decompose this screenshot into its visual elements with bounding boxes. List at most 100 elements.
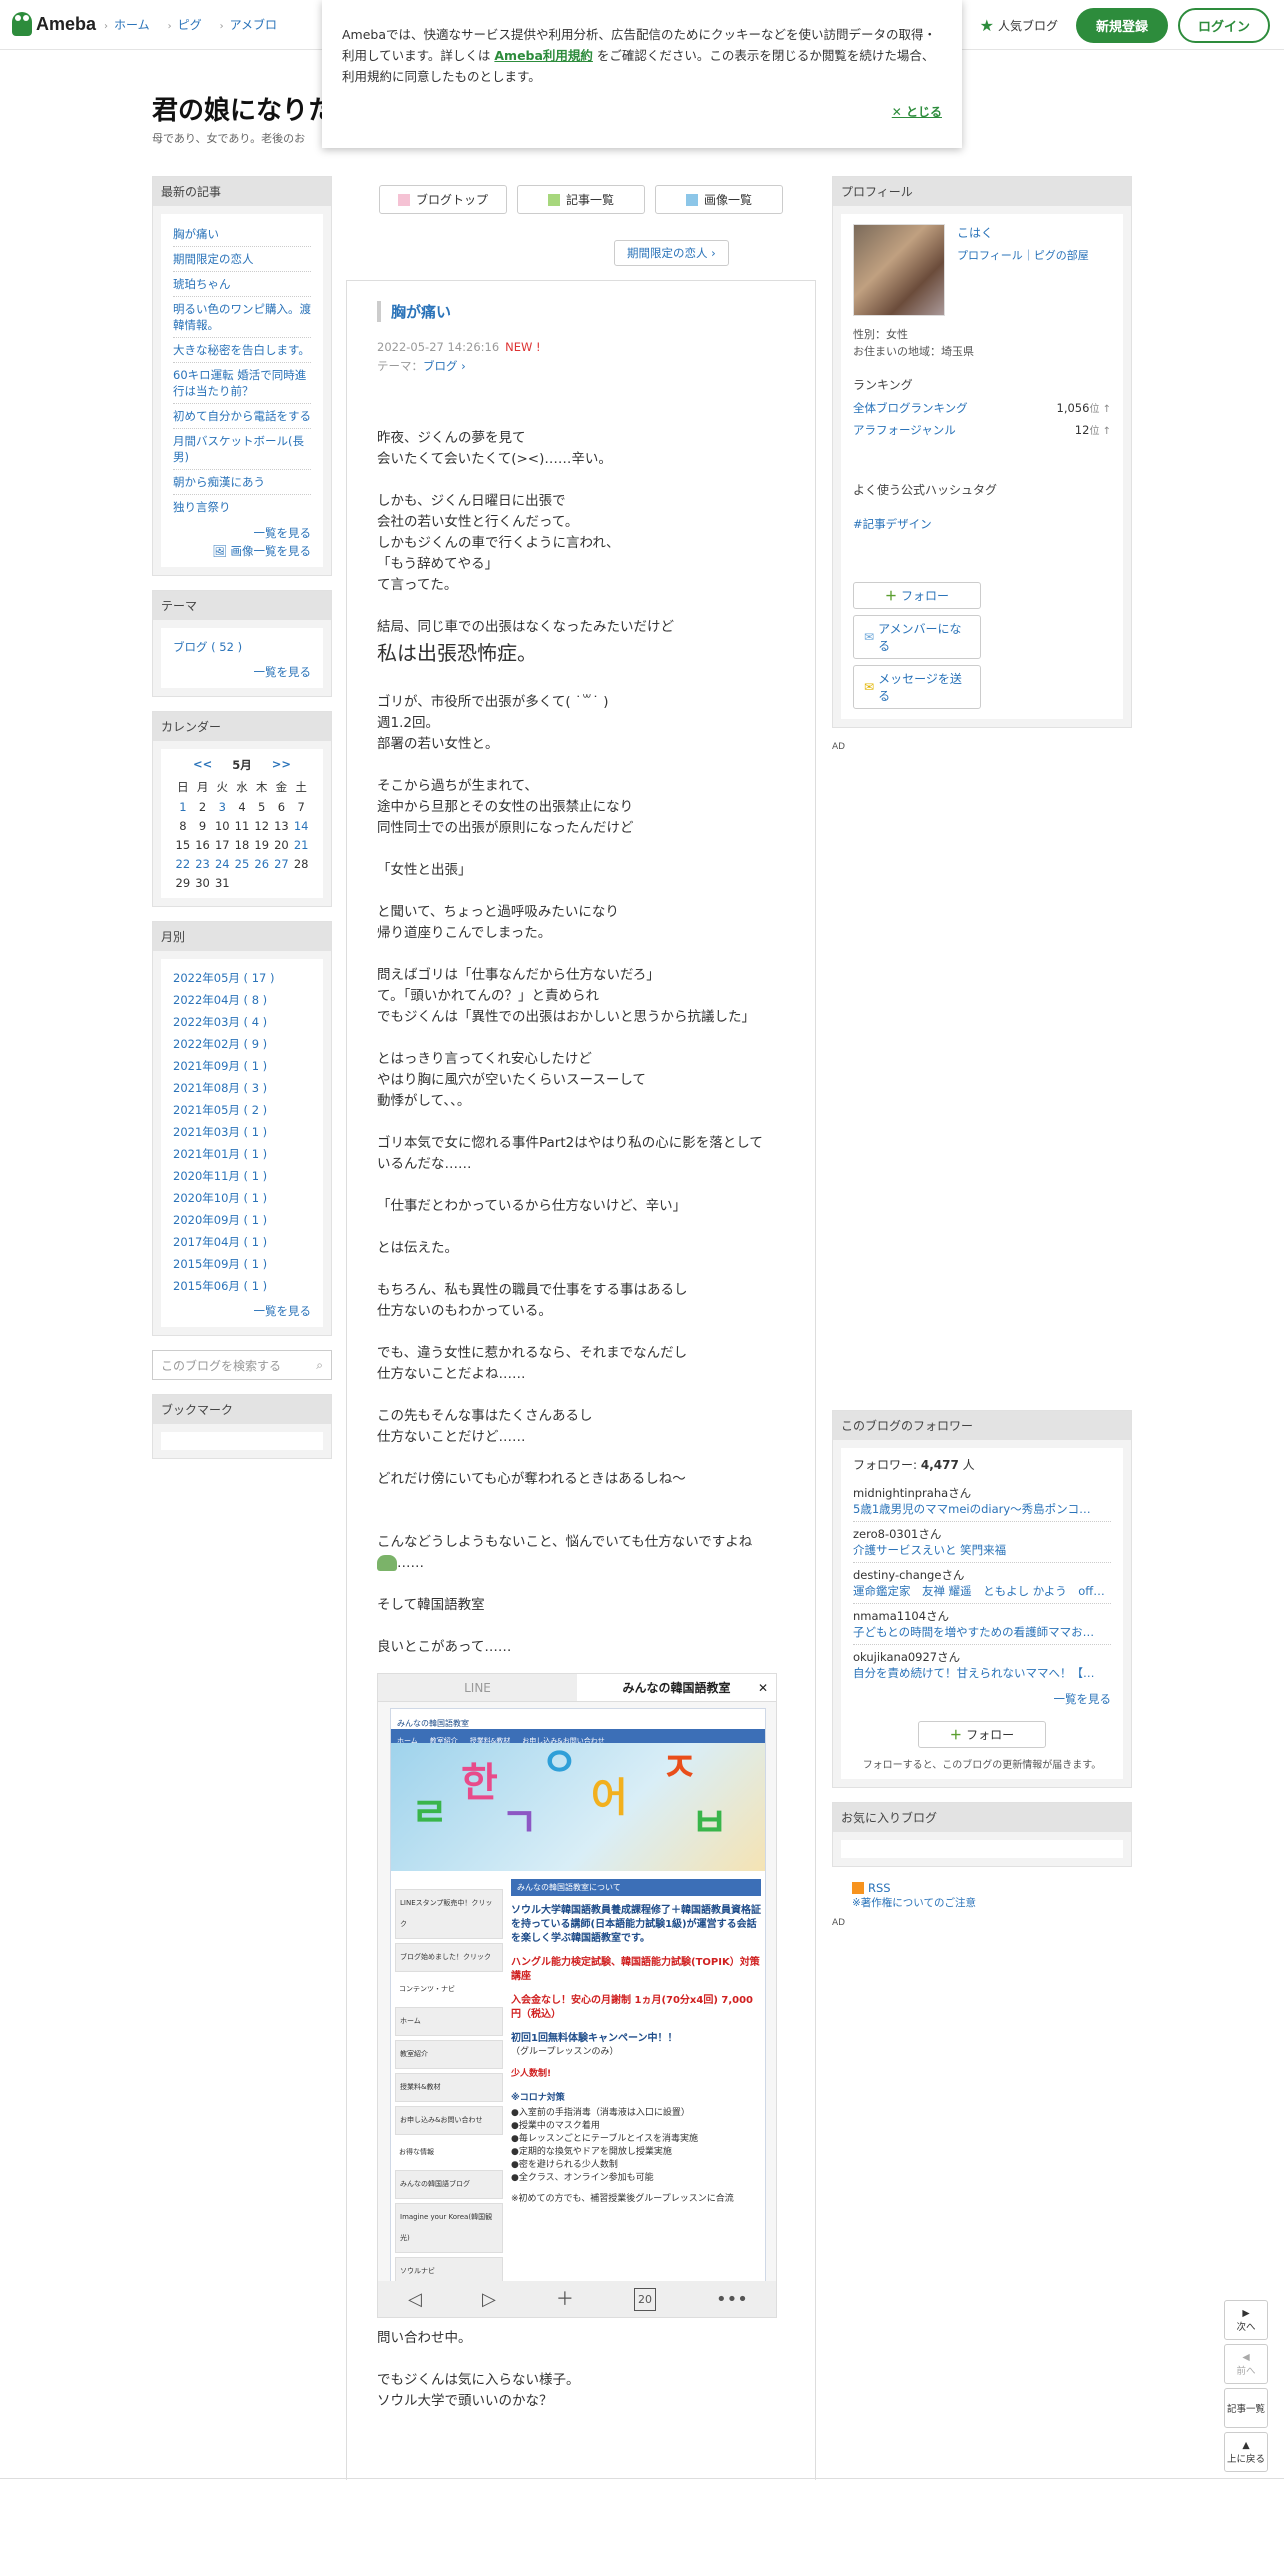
follow-button[interactable]: ＋フォロー <box>853 582 981 609</box>
tab-blog-top[interactable]: ブログトップ <box>379 185 507 214</box>
ameba-logo[interactable]: Ameba <box>12 12 96 36</box>
popular-blog-link[interactable]: ★ 人気ブログ <box>980 16 1058 35</box>
amember-button[interactable]: ✉ アメンバーになる <box>853 615 981 659</box>
calendar-day[interactable]: 22 <box>173 857 193 871</box>
copyright-note-link[interactable]: ※著作権についてのご注意 <box>852 1895 1132 1910</box>
prev-post-button[interactable]: ◀ 前へ <box>1224 2344 1268 2384</box>
search-icon[interactable]: ⌕ <box>316 1358 323 1373</box>
recent-post-link[interactable]: 初めて自分から電話をする <box>173 404 311 429</box>
month-link[interactable]: 2015年06月 ( 1 ) <box>173 1275 311 1297</box>
blog-icon <box>397 193 410 206</box>
recent-post-link[interactable]: 琥珀ちゃん <box>173 272 311 297</box>
follower-item: midnightinprahaさん 5歳1歳男児のママmeiのdiary〜秀島ポン… <box>853 1481 1111 1522</box>
profile-name[interactable]: こはく <box>957 224 1089 241</box>
calendar-day[interactable]: 27 <box>272 857 292 871</box>
calendar-day: 5 <box>258 800 266 814</box>
profile-info: 性別：女性 お住まいの地域：埼玉県 <box>853 328 974 358</box>
recent-post-link[interactable]: 胸が痛い <box>173 222 311 247</box>
month-link[interactable]: 2021年05月 ( 2 ) <box>173 1099 311 1121</box>
recent-more-link[interactable]: 一覧を見る <box>173 519 312 541</box>
calendar-day: 29 <box>175 876 191 890</box>
theme-more-link[interactable]: 一覧を見る <box>173 658 312 680</box>
profile-avatar[interactable] <box>853 224 945 316</box>
nav-pigg[interactable]: › ピグ <box>168 16 202 33</box>
calendar-heading: カレンダー <box>153 712 331 741</box>
theme-link[interactable]: ブログ ( 52 ) <box>173 636 311 658</box>
frog-emoji-icon <box>377 1555 397 1571</box>
month-link[interactable]: 2022年03月 ( 4 ) <box>173 1011 311 1033</box>
message-button[interactable]: ✉ メッセージを送る <box>853 665 981 709</box>
terms-link[interactable]: Ameba利用規約 <box>494 48 593 63</box>
month-link[interactable]: 2022年02月 ( 9 ) <box>173 1033 311 1055</box>
follow-button-bottom[interactable]: ＋ フォロー <box>918 1721 1046 1748</box>
calendar-day[interactable]: 25 <box>232 857 252 871</box>
image-list-link[interactable]: 🖼 画像一覧を見る <box>173 541 311 559</box>
month-link[interactable]: 2020年10月 ( 1 ) <box>173 1187 311 1209</box>
blog-title[interactable]: 君の娘になりた <box>152 90 334 127</box>
recent-post-link[interactable]: 朝から痴漢にあう <box>173 470 311 495</box>
nav-home[interactable]: › ホーム <box>104 16 150 33</box>
tab-image-list[interactable]: 画像一覧 <box>655 185 783 214</box>
back-to-top-button[interactable]: ▲ 上に戻る <box>1224 2432 1268 2472</box>
followers-count: フォロワー: 4,477 人 <box>853 1458 975 1472</box>
recent-post-link[interactable]: 月間バスケットボール(長男) <box>173 429 311 470</box>
calendar-day[interactable]: 1 <box>173 800 193 814</box>
calendar-box: カレンダー << 5月 >> 日月火水木金土 1234567 8 9 10 11 12 1… <box>152 711 332 907</box>
month-link[interactable]: 2022年04月 ( 8 ) <box>173 989 311 1011</box>
previous-post-button[interactable]: 期間限定の恋人 › <box>614 240 729 266</box>
ad-label: AD <box>832 742 846 752</box>
login-button[interactable]: ログイン <box>1177 8 1270 43</box>
recent-post-link[interactable]: 期間限定の恋人 <box>173 247 311 272</box>
next-post-button[interactable]: ▶ 次へ <box>1224 2300 1268 2340</box>
calendar-day[interactable]: 23 <box>193 857 213 871</box>
month-link[interactable]: 2020年11月 ( 1 ) <box>173 1165 311 1187</box>
recent-post-link[interactable]: 大きな秘密を告白します。 <box>173 338 311 363</box>
ad-label: AD <box>832 1918 846 1928</box>
chevron-right-icon: › <box>219 21 224 32</box>
calendar-next[interactable]: >> <box>272 757 291 773</box>
recent-post-link[interactable]: 独り言祭り <box>173 495 311 519</box>
recent-post-link[interactable]: 明るい色のワンピ購入。渡韓情報。 <box>173 297 311 338</box>
calendar-day[interactable]: 14 <box>291 819 311 833</box>
calendar-day[interactable]: 3 <box>212 800 232 814</box>
cookie-close-button[interactable]: ✕ とじる <box>892 102 942 123</box>
monthly-heading: 月別 <box>153 922 331 951</box>
embedded-screenshot[interactable]: LINE みんなの韓国語教室 ✕ みんなの韓国語教室 ホーム 教室紹介 授業料&教材お… <box>377 1673 777 2318</box>
list-icon <box>547 193 560 206</box>
back-icon: ◁ <box>408 2288 422 2310</box>
calendar-day[interactable]: 24 <box>212 857 232 871</box>
month-link[interactable]: 2015年09月 ( 1 ) <box>173 1253 311 1275</box>
recent-post-link[interactable]: 60キロ運転 婚活で同時進行は当たり前？ <box>173 363 311 404</box>
calendar-day: 20 <box>274 838 289 852</box>
profile-links[interactable]: プロフィール｜ピグの部屋 <box>957 247 1089 263</box>
theme-link[interactable]: ブログ <box>423 359 458 373</box>
blog-search-input[interactable]: このブログを検索する ⌕ <box>152 1350 332 1380</box>
register-button[interactable]: 新規登録 <box>1075 8 1168 43</box>
calendar-month: 5月 <box>232 758 252 772</box>
header-right: ★ 人気ブログ 新規登録 ログイン <box>980 8 1270 43</box>
tab-article-list[interactable]: 記事一覧 <box>517 185 645 214</box>
followers-heading: このブログのフォロワー <box>833 1411 1131 1440</box>
monthly-more-link[interactable]: 一覧を見る <box>173 1297 312 1319</box>
month-link[interactable]: 2021年08月 ( 3 ) <box>173 1077 311 1099</box>
nav-ameblo[interactable]: › アメブロ <box>220 16 277 33</box>
rss-link[interactable]: RSS <box>852 1881 1132 1895</box>
close-icon: ✕ <box>891 105 906 119</box>
article-title[interactable]: 胸が痛い <box>377 301 785 322</box>
followers-more-link[interactable]: 一覧を見る <box>853 1685 1112 1707</box>
hashtag-link[interactable]: #記事デザイン <box>853 516 1111 532</box>
new-badge: NEW ! <box>505 340 541 354</box>
month-link[interactable]: 2017年04月 ( 1 ) <box>173 1231 311 1253</box>
month-link[interactable]: 2022年05月 ( 17 ) <box>173 967 311 989</box>
calendar-day[interactable]: 26 <box>252 857 272 871</box>
follower-item: destiny-changeさん 運命鑑定家 友禅 耀遥 ともよし かよう off… <box>853 1563 1111 1604</box>
month-link[interactable]: 2020年09月 ( 1 ) <box>173 1209 311 1231</box>
article-list-button[interactable]: 記事一覧 <box>1224 2388 1268 2428</box>
calendar-day[interactable]: 21 <box>291 838 311 852</box>
followers-box: このブログのフォロワー フォロワー: 4,477 人 midnightinpra… <box>832 1410 1132 1788</box>
month-link[interactable]: 2021年09月 ( 1 ) <box>173 1055 311 1077</box>
bookmark-list <box>161 1432 323 1450</box>
month-link[interactable]: 2021年01月 ( 1 ) <box>173 1143 311 1165</box>
month-link[interactable]: 2021年03月 ( 1 ) <box>173 1121 311 1143</box>
calendar-prev[interactable]: << <box>193 757 212 773</box>
